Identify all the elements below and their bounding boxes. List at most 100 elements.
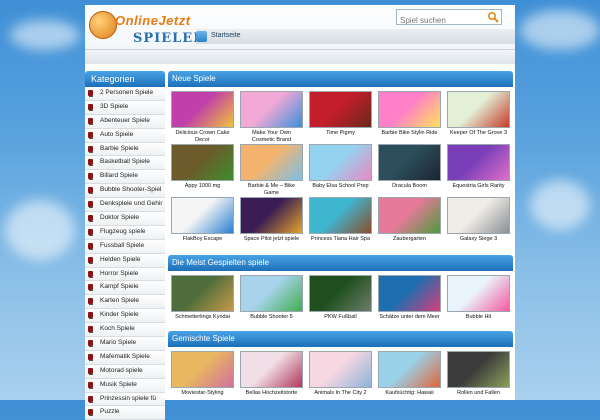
sidebar-item[interactable]: Billard Spiele (85, 170, 165, 185)
sidebar-item[interactable]: Basketball Spiele (85, 156, 165, 171)
game-tile[interactable]: Kaufsüchtig: Hawaii (378, 351, 441, 397)
site-logo[interactable]: OnlineJetzt SPIELEN (89, 9, 205, 51)
game-tile[interactable]: Bubble Hit (447, 275, 510, 321)
game-title-link[interactable]: Schmetterlings Kyodai (171, 314, 234, 321)
sidebar-item[interactable]: Musik Spiele (85, 378, 165, 393)
sidebar-item[interactable]: Flugzeug spiele (85, 225, 165, 240)
game-tile[interactable]: Bubble Shooter 5 (240, 275, 303, 321)
game-tile[interactable]: PKW Fußball (309, 275, 372, 321)
sidebar-item[interactable]: Bubble Shooter-Spiel (85, 184, 165, 199)
game-tile[interactable]: Dracula Boom (378, 144, 441, 190)
game-tile[interactable]: Time Pigmy (309, 91, 372, 137)
game-tile[interactable]: Moviestar-Styling (171, 351, 234, 397)
game-thumbnail[interactable] (309, 351, 372, 388)
game-title-link[interactable]: Equestria Girls Rarity (447, 183, 510, 190)
game-tile[interactable]: Delicious Crown Cake Decor (171, 91, 234, 143)
game-tile[interactable]: Appy 1000 mg (171, 144, 234, 190)
game-thumbnail[interactable] (171, 91, 234, 128)
game-title-link[interactable]: FlakBoy Escape (171, 236, 234, 243)
game-title-link[interactable]: Bubble Shooter 5 (240, 314, 303, 321)
game-tile[interactable]: Space Pilot jetzt spiele (240, 197, 303, 243)
game-title-link[interactable]: Delicious Crown Cake Decor (171, 130, 234, 143)
game-title-link[interactable]: PKW Fußball (309, 314, 372, 321)
game-thumbnail[interactable] (309, 144, 372, 181)
game-thumbnail[interactable] (171, 144, 234, 181)
game-title-link[interactable]: Galaxy Siege 3 (447, 236, 510, 243)
game-tile[interactable]: Galaxy Siege 3 (447, 197, 510, 243)
sidebar-item[interactable]: Koch Spiele (85, 323, 165, 338)
game-thumbnail[interactable] (309, 91, 372, 128)
sidebar-item[interactable]: Karten Spiele (85, 295, 165, 310)
game-thumbnail[interactable] (171, 351, 234, 388)
game-tile[interactable]: Make Your Own Cosmetic Brand (240, 91, 303, 143)
sidebar-item[interactable]: Barbie Spiele (85, 142, 165, 157)
game-tile[interactable]: Barbie Bike Stylin Ride (378, 91, 441, 137)
game-title-link[interactable]: Bubble Hit (447, 314, 510, 321)
game-title-link[interactable]: Dracula Boom (378, 183, 441, 190)
game-thumbnail[interactable] (240, 197, 303, 234)
sidebar-item[interactable]: 3D Spiele (85, 100, 165, 115)
game-thumbnail[interactable] (378, 91, 441, 128)
sidebar-item[interactable]: Mario Spiele (85, 337, 165, 351)
game-title-link[interactable]: Barbie Bike Stylin Ride (378, 130, 441, 137)
game-thumbnail[interactable] (240, 351, 303, 388)
game-tile[interactable]: Rollen und Fallen (447, 351, 510, 397)
game-tile[interactable]: Schmetterlings Kyodai (171, 275, 234, 321)
game-title-link[interactable]: Time Pigmy (309, 130, 372, 137)
game-title-link[interactable]: Moviestar-Styling (171, 390, 234, 397)
sidebar-item[interactable]: Auto Spiele (85, 128, 165, 143)
game-thumbnail[interactable] (447, 275, 510, 312)
sidebar-item[interactable]: Abenteuer Spiele (85, 114, 165, 129)
game-tile[interactable]: FlakBoy Escape (171, 197, 234, 243)
game-thumbnail[interactable] (240, 275, 303, 312)
game-tile[interactable]: Keeper Of The Grove 3 (447, 91, 510, 137)
game-title-link[interactable]: Schätze unter dem Meer (378, 314, 441, 321)
game-thumbnail[interactable] (447, 351, 510, 388)
sidebar-item[interactable]: 2 Personen Spiele (85, 87, 165, 101)
game-tile[interactable]: Barbie & Me – Bike Game (240, 144, 303, 196)
game-title-link[interactable]: Space Pilot jetzt spiele (240, 236, 303, 243)
game-thumbnail[interactable] (240, 91, 303, 128)
game-thumbnail[interactable] (309, 275, 372, 312)
game-title-link[interactable]: Baby Elsa School Prep (309, 183, 372, 190)
game-thumbnail[interactable] (378, 275, 441, 312)
sidebar-item[interactable]: Horror Spiele (85, 267, 165, 282)
game-thumbnail[interactable] (447, 197, 510, 234)
game-title-link[interactable]: Bellas Hochzeitstorte (240, 390, 303, 397)
sidebar-item[interactable]: Kampf Spiele (85, 281, 165, 296)
game-thumbnail[interactable] (378, 197, 441, 234)
sidebar-item[interactable]: Kinder Spiele (85, 309, 165, 324)
game-title-link[interactable]: Princess Tiana Hair Spa (309, 236, 372, 243)
game-tile[interactable]: Animals In The City 2 (309, 351, 372, 397)
game-tile[interactable]: Equestria Girls Rarity (447, 144, 510, 190)
game-thumbnail[interactable] (240, 144, 303, 181)
search-input[interactable] (397, 14, 480, 27)
game-thumbnail[interactable] (171, 197, 234, 234)
game-thumbnail[interactable] (447, 144, 510, 181)
game-tile[interactable]: Bellas Hochzeitstorte (240, 351, 303, 397)
tab-startseite[interactable]: Startseite (196, 29, 266, 44)
game-title-link[interactable]: Appy 1000 mg (171, 183, 234, 190)
game-title-link[interactable]: Rollen und Fallen (447, 390, 510, 397)
game-thumbnail[interactable] (309, 197, 372, 234)
search-icon[interactable] (487, 11, 499, 23)
game-thumbnail[interactable] (378, 351, 441, 388)
game-title-link[interactable]: Barbie & Me – Bike Game (240, 183, 303, 196)
game-thumbnail[interactable] (447, 91, 510, 128)
game-title-link[interactable]: Zaubergarten (378, 236, 441, 243)
sidebar-item[interactable]: Motorad spiele (85, 364, 165, 379)
game-thumbnail[interactable] (378, 144, 441, 181)
game-tile[interactable]: Princess Tiana Hair Spa (309, 197, 372, 243)
game-title-link[interactable]: Kaufsüchtig: Hawaii (378, 390, 441, 397)
sidebar-item[interactable]: Helden Spiele (85, 253, 165, 268)
sidebar-item[interactable]: Doktor Spiele (85, 212, 165, 226)
game-tile[interactable]: Zaubergarten (378, 197, 441, 243)
game-title-link[interactable]: Keeper Of The Grove 3 (447, 130, 510, 137)
game-thumbnail[interactable] (171, 275, 234, 312)
sidebar-item[interactable]: Puzzle (85, 406, 165, 420)
game-tile[interactable]: Schätze unter dem Meer (378, 275, 441, 321)
sidebar-item[interactable]: Mafematik Spiele (85, 350, 165, 365)
game-tile[interactable]: Baby Elsa School Prep (309, 144, 372, 190)
sidebar-item[interactable]: Denkspiele und Gehir (85, 198, 165, 213)
game-title-link[interactable]: Animals In The City 2 (309, 390, 372, 397)
